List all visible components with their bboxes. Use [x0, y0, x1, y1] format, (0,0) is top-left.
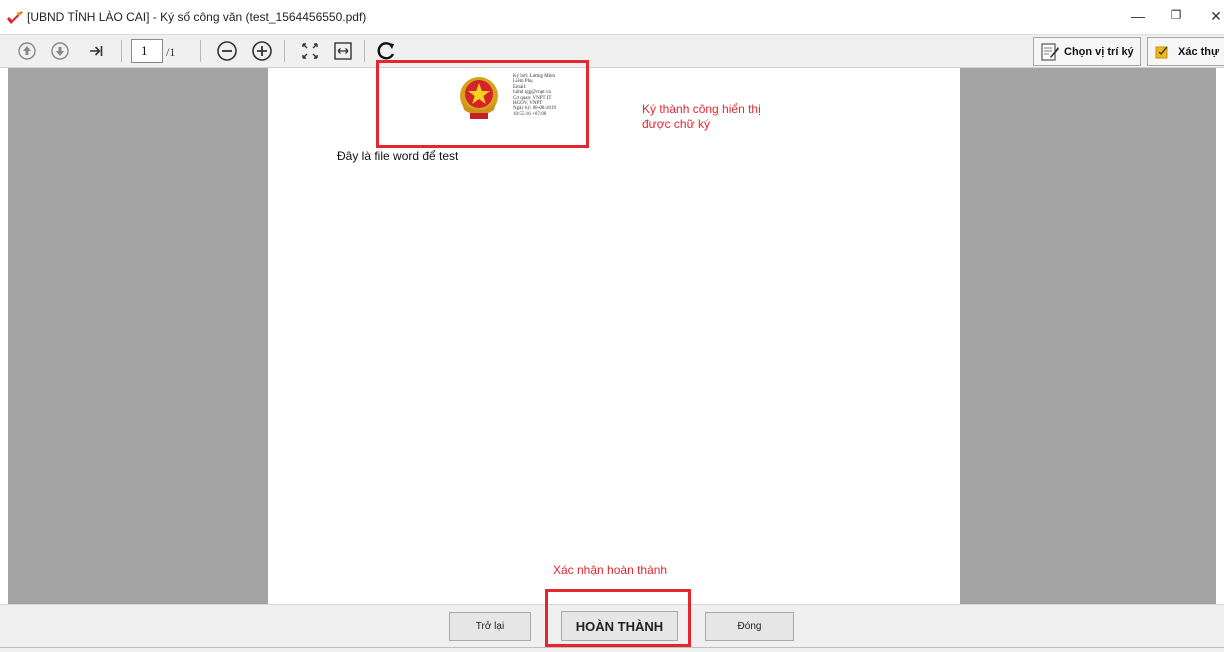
- document-viewer: [0, 68, 1224, 604]
- zoom-out-button[interactable]: [214, 38, 240, 64]
- finish-highlight-box: [545, 589, 691, 647]
- toolbar-separator: [364, 40, 365, 62]
- toolbar-separator: [200, 40, 201, 62]
- confirm-note: Xác nhận hoàn thành: [553, 563, 668, 577]
- zoom-in-button[interactable]: [249, 38, 275, 64]
- page-number-input[interactable]: 1: [131, 39, 163, 63]
- signature-highlight-box: [376, 60, 589, 148]
- fit-page-button[interactable]: [297, 38, 323, 64]
- viewer-background-right: [960, 68, 1216, 604]
- choose-sign-position-label: Chọn vị trí ký: [1064, 45, 1134, 58]
- signed-note-line: được chữ ký: [642, 117, 710, 131]
- rotate-icon: [377, 42, 395, 60]
- restore-button[interactable]: ❐: [1166, 8, 1186, 22]
- close-button[interactable]: Đóng: [705, 612, 794, 641]
- choose-sign-position-button[interactable]: Chọn vị trí ký: [1033, 37, 1141, 66]
- viewer-toolbar: 1 /1 Chọn vị trí ký Xác thự: [0, 34, 1224, 68]
- document-body-text: Đây là file word để test: [337, 149, 459, 163]
- zoom-out-icon: [217, 41, 237, 61]
- previous-page-button[interactable]: [14, 38, 40, 64]
- next-page-button[interactable]: [47, 38, 73, 64]
- toolbar-separator: [284, 40, 285, 62]
- zoom-in-icon: [252, 41, 272, 61]
- confirm-label: Xác thự: [1178, 45, 1219, 58]
- last-page-icon: [90, 46, 103, 56]
- bottom-divider: [0, 647, 1224, 648]
- back-button[interactable]: Trở lại: [449, 612, 531, 641]
- sign-position-icon: [1041, 42, 1059, 61]
- fit-width-button[interactable]: [330, 38, 356, 64]
- last-page-button[interactable]: [83, 38, 109, 64]
- signing-window: [UBND TỈNH LÀO CAI] - Ký số công văn (te…: [0, 0, 1224, 652]
- signed-note: Ký thành công hiển thị được chữ ký: [642, 102, 761, 132]
- viewer-background-left: [8, 68, 268, 604]
- close-window-button[interactable]: ✕: [1206, 8, 1224, 25]
- signed-note-line: Ký thành công hiển thị: [642, 102, 761, 116]
- page-down-icon: [51, 42, 69, 60]
- page-up-icon: [18, 42, 36, 60]
- confirm-button[interactable]: Xác thự: [1147, 37, 1224, 66]
- vertical-scrollbar[interactable]: [1216, 68, 1224, 604]
- toolbar-separator: [121, 40, 122, 62]
- confirm-icon: [1155, 46, 1168, 58]
- window-title: [UBND TỈNH LÀO CAI] - Ký số công văn (te…: [27, 10, 367, 24]
- fit-width-icon: [334, 42, 352, 60]
- title-bar: [UBND TỈNH LÀO CAI] - Ký số công văn (te…: [0, 0, 1224, 34]
- fit-page-icon: [302, 43, 318, 59]
- page-total-label: /1: [166, 45, 176, 59]
- minimize-button[interactable]: —: [1128, 8, 1148, 24]
- app-logo-icon: [7, 11, 23, 24]
